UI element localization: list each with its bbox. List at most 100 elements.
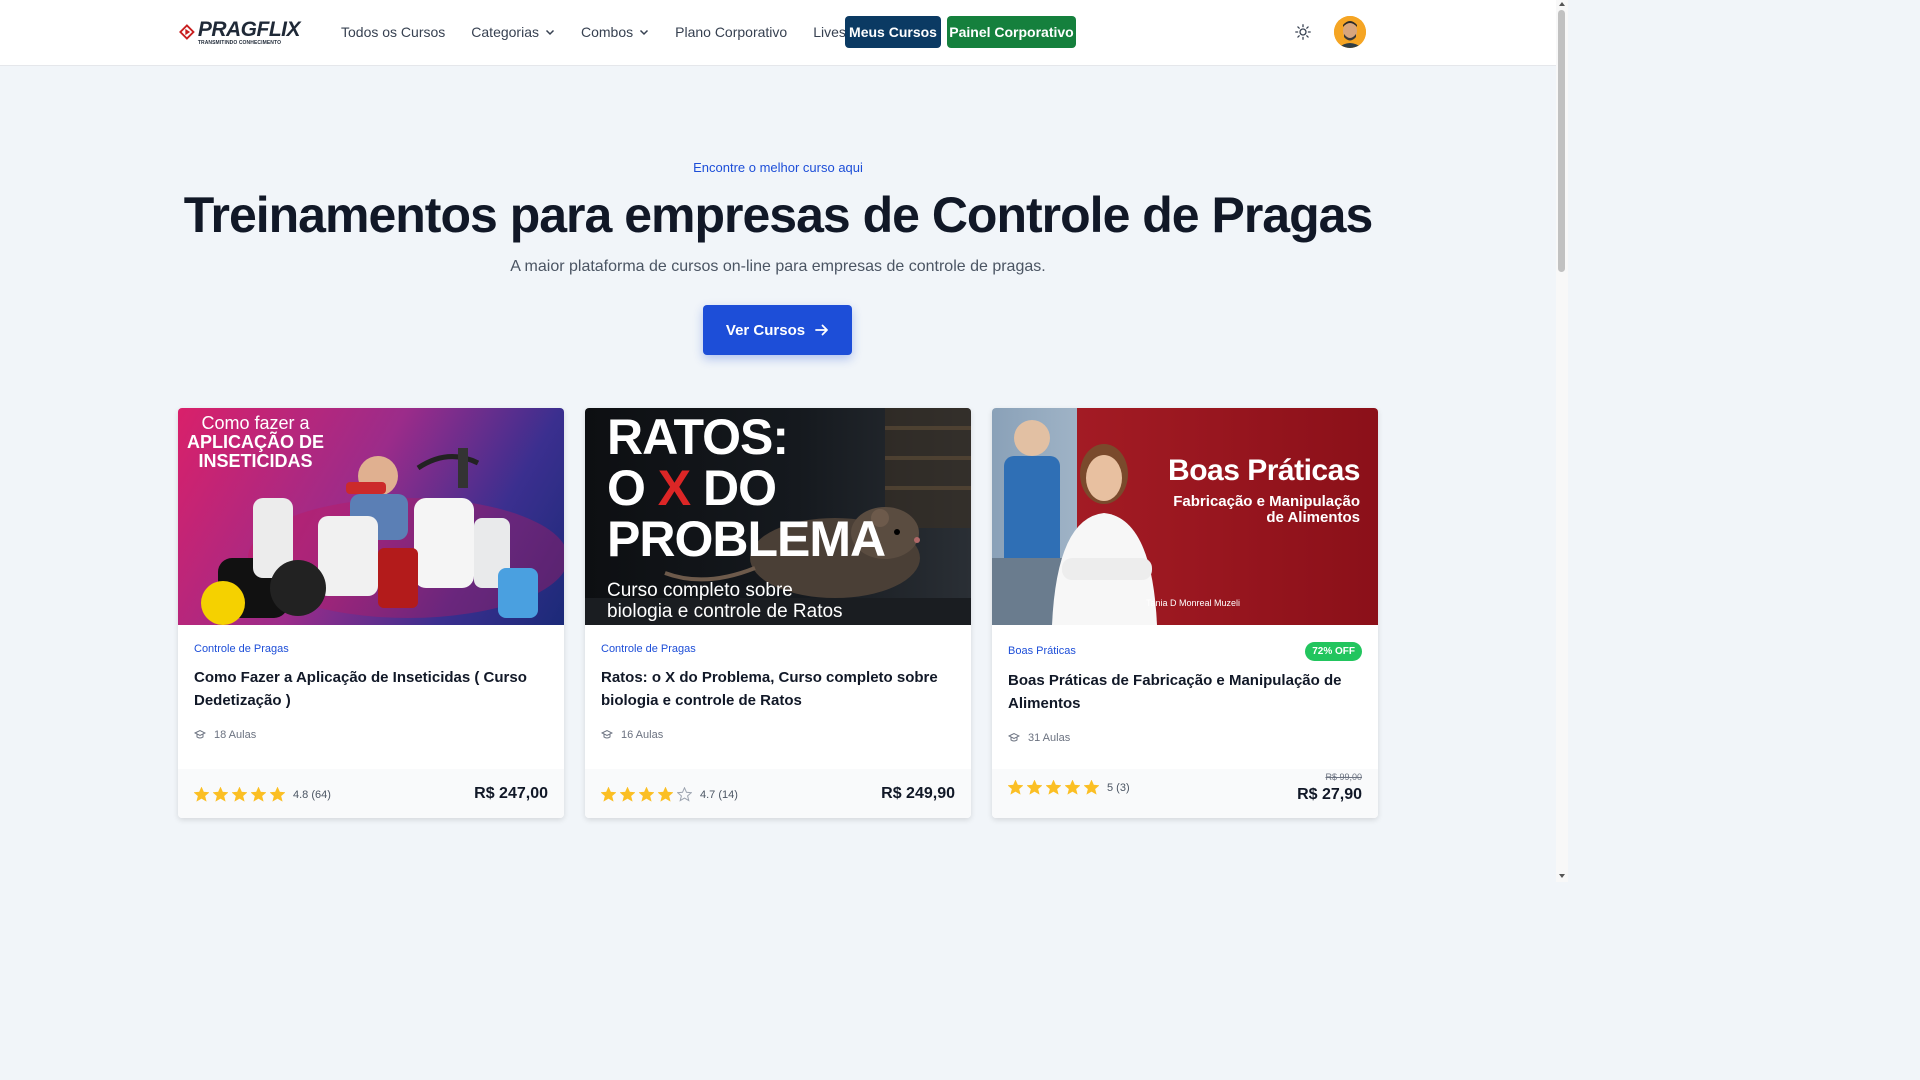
star-filled-icon [251, 787, 266, 802]
nav-label: Plano Corporativo [675, 24, 788, 40]
rating-text: 5 (3) [1107, 781, 1130, 794]
course-card[interactable]: Boas Práticas Fabricação e Manipulação d… [992, 408, 1378, 818]
course-lessons: 18 Aulas [194, 729, 256, 741]
star-filled-icon [232, 787, 247, 802]
nav-todos-os-cursos[interactable]: Todos os Cursos [341, 24, 445, 40]
star-empty-icon [677, 787, 692, 802]
thumb-line: de Alimentos [1266, 509, 1360, 526]
discount-badge: 72% OFF [1305, 642, 1362, 661]
thumb-line: PROBLEMA [607, 511, 886, 567]
arrow-right-icon [815, 324, 829, 336]
star-filled-icon [194, 787, 209, 802]
course-card[interactable]: RATOS: O X DO PROBLEMA Curso completo so… [585, 408, 971, 818]
lessons-count: 18 Aulas [214, 729, 257, 741]
course-price: R$ 249,90 [881, 785, 955, 802]
star-filled-icon [1065, 780, 1080, 795]
nav-plano-corporativo[interactable]: Plano Corporativo [675, 24, 787, 40]
course-title[interactable]: Ratos: o X do Problema, Curso completo s… [601, 666, 941, 712]
thumbnail-subtitle: Curso completo sobre biologia e controle… [607, 580, 843, 622]
nav-label: Categorias [471, 24, 539, 40]
hero-subtitle: A maior plataforma de cursos on-line par… [510, 258, 1046, 275]
top-navbar: PRAGFLIX TRANSMITINDO CONHECIMENTO Todos… [0, 0, 1556, 66]
chevron-down-icon [640, 29, 649, 36]
course-category[interactable]: Controle de Pragas [194, 643, 289, 655]
avatar-person-icon [1334, 16, 1366, 48]
logo-wordmark: PRAGFLIX [197, 17, 301, 41]
thumbnail-title: Boas Práticas [1168, 454, 1360, 487]
course-price: R$ 247,00 [474, 785, 548, 802]
star-filled-icon [1046, 780, 1061, 795]
hero-eyebrow: Encontre o melhor curso aqui [693, 160, 863, 175]
original-price: R$ 99,00 [1325, 772, 1362, 782]
meus-cursos-button[interactable]: Meus Cursos [845, 16, 941, 48]
thumbnail-headline: RATOS: O X DO PROBLEMA [607, 409, 886, 567]
chevron-down-icon [545, 29, 555, 36]
user-avatar[interactable] [1334, 16, 1366, 48]
logo-play-icon [179, 24, 195, 40]
star-filled-icon [658, 787, 673, 802]
graduation-cap-icon [194, 729, 206, 739]
star-filled-icon [601, 787, 616, 802]
instructor-name: Tania D Monreal Muzeli [1146, 598, 1241, 608]
ver-cursos-button[interactable]: Ver Cursos [703, 305, 852, 355]
course-thumbnail[interactable]: Como fazer a APLICAÇÃO DE INSETICIDAS [178, 408, 564, 625]
lessons-count: 16 Aulas [621, 729, 664, 741]
thumb-word: O [607, 460, 658, 516]
course-thumbnail[interactable]: Boas Práticas Fabricação e Manipulação d… [992, 408, 1378, 625]
thumb-line: Como fazer a [201, 413, 310, 433]
nav-label: Todos os Cursos [341, 24, 446, 40]
nav-lives[interactable]: Lives [813, 24, 846, 40]
rating-text: 4.7 (14) [700, 788, 738, 801]
thumb-line: RATOS: [607, 409, 789, 465]
thumbnail-subtitle: Fabricação e Manipulação de Alimentos [1144, 494, 1360, 526]
course-footer: 5 (3) R$ 99,00 R$ 27,90 [992, 769, 1378, 818]
scroll-down-arrow-icon[interactable] [1558, 872, 1566, 880]
graduation-cap-icon [601, 729, 613, 739]
course-footer: 4.8 (64) R$ 247,00 [178, 769, 564, 818]
nav-categorias[interactable]: Categorias [471, 24, 555, 40]
course-category[interactable]: Controle de Pragas [601, 643, 696, 655]
logo-tagline: TRANSMITINDO CONHECIMENTO [197, 39, 282, 46]
thumb-line: biologia e controle de Ratos [607, 601, 843, 622]
nav-label: Lives [813, 24, 846, 40]
course-price: R$ 27,90 [1297, 786, 1362, 803]
thumb-line: Fabricação e Manipulação [1173, 493, 1360, 510]
lessons-count: 31 Aulas [1028, 732, 1071, 744]
star-filled-icon [620, 787, 635, 802]
course-title[interactable]: Como Fazer a Aplicação de Inseticidas ( … [194, 666, 534, 712]
course-lessons: 31 Aulas [1008, 732, 1070, 744]
main-nav: Todos os Cursos Categorias Combos Plano … [341, 16, 872, 48]
rating-text: 4.8 (64) [293, 788, 331, 801]
course-thumbnail[interactable]: RATOS: O X DO PROBLEMA Curso completo so… [585, 408, 971, 625]
hero-title: Treinamentos para empresas de Controle d… [183, 187, 1374, 243]
rating-stars: 4.8 (64) [194, 787, 331, 802]
star-filled-icon [270, 787, 285, 802]
nav-label: Combos [580, 24, 634, 40]
star-filled-icon [213, 787, 228, 802]
course-footer: 4.7 (14) R$ 249,90 [585, 769, 971, 818]
thumb-word: DO [690, 460, 777, 516]
thumbnail-text: Como fazer a APLICAÇÃO DE INSETICIDAS [187, 414, 324, 471]
course-category[interactable]: Boas Práticas [1008, 645, 1076, 657]
sun-icon[interactable] [1295, 24, 1311, 40]
thumb-line: APLICAÇÃO DE [186, 432, 324, 452]
thumb-word-x: X [657, 460, 691, 516]
course-title[interactable]: Boas Práticas de Fabricação e Manipulaçã… [1008, 669, 1348, 715]
thumb-line: O X DO [607, 463, 885, 514]
scroll-up-arrow-icon[interactable] [1558, 0, 1566, 8]
star-filled-icon [1084, 780, 1099, 795]
star-filled-icon [1027, 780, 1042, 795]
course-card[interactable]: Como fazer a APLICAÇÃO DE INSETICIDAS Co… [178, 408, 564, 818]
scrollbar-thumb[interactable] [1558, 10, 1565, 272]
course-lessons: 16 Aulas [601, 729, 663, 741]
rating-stars: 5 (3) [1008, 780, 1130, 795]
star-filled-icon [639, 787, 654, 802]
star-filled-icon [1008, 780, 1023, 795]
graduation-cap-icon [1008, 732, 1020, 742]
painel-corporativo-button[interactable]: Painel Corporativo [947, 16, 1076, 48]
thumb-line: Curso completo sobre [607, 580, 793, 601]
nav-combos[interactable]: Combos [581, 24, 649, 40]
ver-cursos-label: Ver Cursos [725, 321, 806, 339]
rating-stars: 4.7 (14) [601, 787, 738, 802]
pragflix-logo[interactable]: PRAGFLIX TRANSMITINDO CONHECIMENTO [178, 15, 301, 49]
